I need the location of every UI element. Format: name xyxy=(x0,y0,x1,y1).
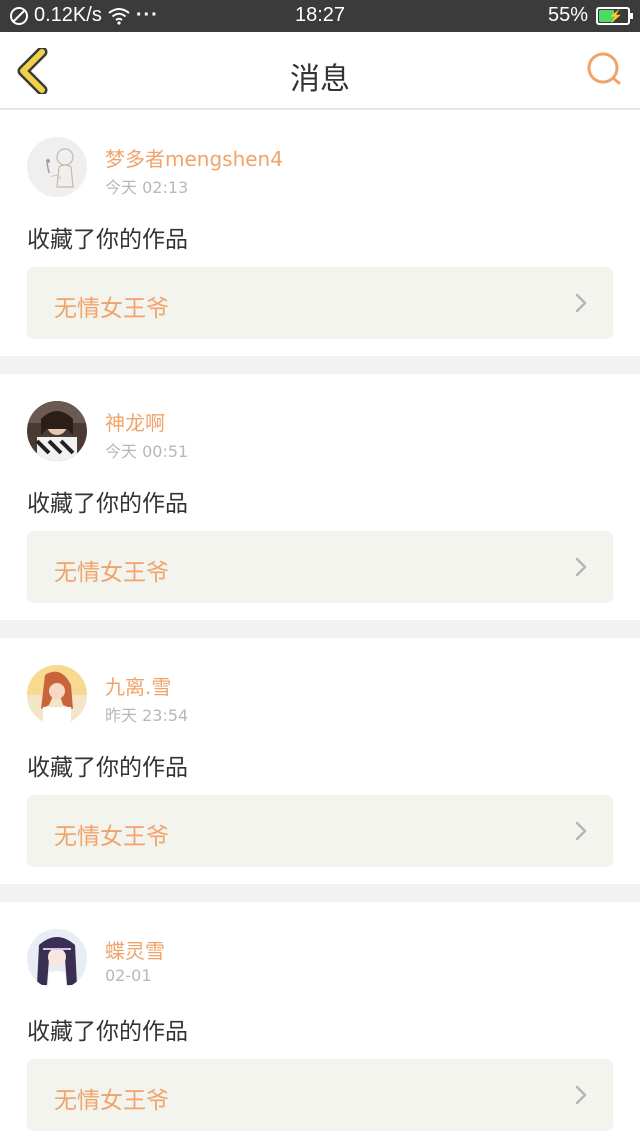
work-link[interactable]: 无情女王爷 xyxy=(27,531,613,603)
message-time: 今天 00:51 xyxy=(105,442,189,461)
message-item: 蝶灵雪 02-01 收藏了你的作品 无情女王爷 xyxy=(0,902,640,1138)
status-right: 55% ⚡ xyxy=(547,4,633,27)
battery-charging-icon: ⚡ xyxy=(596,6,633,25)
divider xyxy=(0,356,640,374)
status-bar: 0.12K/s ··· 18:27 55% ⚡ xyxy=(0,0,640,32)
chevron-right-icon xyxy=(575,557,587,577)
divider xyxy=(0,620,640,638)
divider xyxy=(0,884,640,902)
user-name[interactable]: 蝶灵雪 xyxy=(105,935,165,964)
avatar-photo-girl-image xyxy=(27,665,87,725)
avatar-sketch-image xyxy=(27,137,87,197)
chevron-right-icon xyxy=(575,821,587,841)
message-text: 收藏了你的作品 xyxy=(27,491,188,517)
chevron-right-icon xyxy=(575,293,587,313)
clock: 18:27 xyxy=(294,4,346,26)
work-link[interactable]: 无情女王爷 xyxy=(27,795,613,867)
message-list: 梦多者mengshen4 今天 02:13 收藏了你的作品 无情女王爷 神龙啊 … xyxy=(0,110,640,1138)
work-title: 无情女王爷 xyxy=(54,296,169,322)
avatar[interactable] xyxy=(27,665,87,725)
message-text: 收藏了你的作品 xyxy=(27,1019,188,1045)
message-text: 收藏了你的作品 xyxy=(27,227,188,253)
message-text: 收藏了你的作品 xyxy=(27,755,188,781)
message-time: 今天 02:13 xyxy=(105,178,189,197)
avatar[interactable] xyxy=(27,137,87,197)
work-link[interactable]: 无情女王爷 xyxy=(27,267,613,339)
avatar[interactable] xyxy=(27,929,87,989)
message-time: 02-01 xyxy=(105,966,152,985)
page-title: 消息 xyxy=(290,62,350,97)
work-link[interactable]: 无情女王爷 xyxy=(27,1059,613,1131)
work-title: 无情女王爷 xyxy=(54,560,169,586)
user-name[interactable]: 梦多者mengshen4 xyxy=(105,143,283,172)
work-title: 无情女王爷 xyxy=(54,1088,169,1114)
user-name[interactable]: 神龙啊 xyxy=(105,407,165,436)
user-name[interactable]: 九离.雪 xyxy=(105,671,171,700)
avatar[interactable] xyxy=(27,401,87,461)
battery-percent: 55% xyxy=(547,4,588,26)
bolt-icon: ⚡ xyxy=(608,8,623,23)
avatar-photo-dark-image xyxy=(27,401,87,461)
nav-bar: 消息 xyxy=(0,32,640,110)
avatar-anime-image xyxy=(27,929,87,989)
search-button[interactable] xyxy=(584,50,624,90)
message-item: 神龙啊 今天 00:51 收藏了你的作品 无情女王爷 xyxy=(0,374,640,620)
message-time: 昨天 23:54 xyxy=(105,706,189,725)
message-item: 九离.雪 昨天 23:54 收藏了你的作品 无情女王爷 xyxy=(0,638,640,884)
message-item: 梦多者mengshen4 今天 02:13 收藏了你的作品 无情女王爷 xyxy=(0,110,640,356)
chevron-right-icon xyxy=(575,1085,587,1105)
search-icon xyxy=(587,52,621,85)
work-title: 无情女王爷 xyxy=(54,824,169,850)
